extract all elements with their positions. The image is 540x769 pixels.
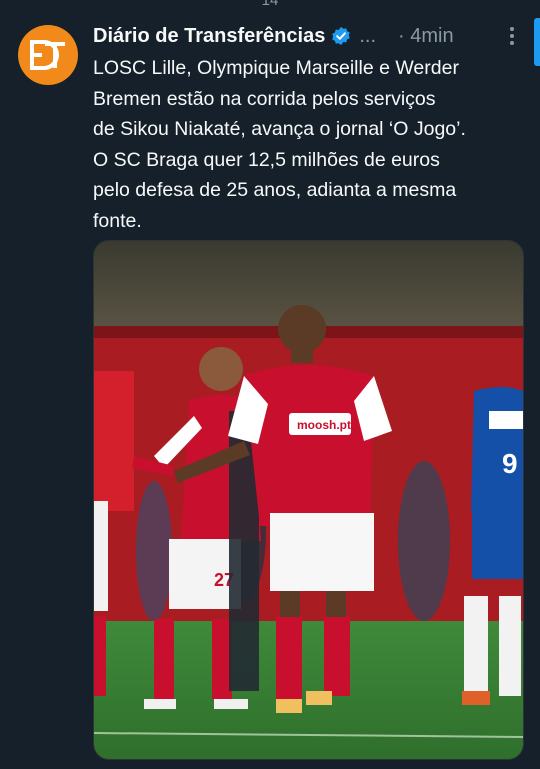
more-dots-icon[interactable] [499, 23, 525, 49]
tweet-text-line: LOSC Lille, Olympique Marseille e Werder [93, 57, 459, 79]
shirt-number-9: 9 [502, 448, 518, 479]
timestamp[interactable]: · 4min [398, 25, 454, 48]
tweet-text-line: fonte. [93, 209, 142, 232]
avatar[interactable] [18, 25, 78, 85]
tweet-photo[interactable]: 27 moosh.pt 9 [93, 240, 524, 760]
tweet-text-line: O SC Braga quer 12,5 milhões de euros [93, 148, 440, 171]
display-name[interactable]: Diário de Transferências [93, 25, 325, 48]
verified-badge-icon [332, 26, 351, 46]
tweet-text-line: Bremen estão na corrida pelos serviços [93, 87, 436, 110]
sponsor-name: moosh.pt [297, 418, 351, 432]
football-players-photo: 27 moosh.pt 9 [94, 241, 523, 759]
tweet[interactable]: Diário de Transferências ... · 4min LOSC… [0, 0, 540, 769]
tweet-text: LOSC Lille, Olympique Marseille e Werder… [93, 53, 528, 236]
dt-logo-icon [30, 40, 65, 70]
tweet-text-line: de Sikou Niakaté, avança o jornal ‘O Jog… [93, 118, 466, 140]
tweet-header: Diário de Transferências ... · 4min [93, 23, 525, 49]
tweet-text-line: pelo defesa de 25 anos, adianta a mesma [93, 179, 457, 201]
handle-truncated: ... [359, 24, 376, 47]
